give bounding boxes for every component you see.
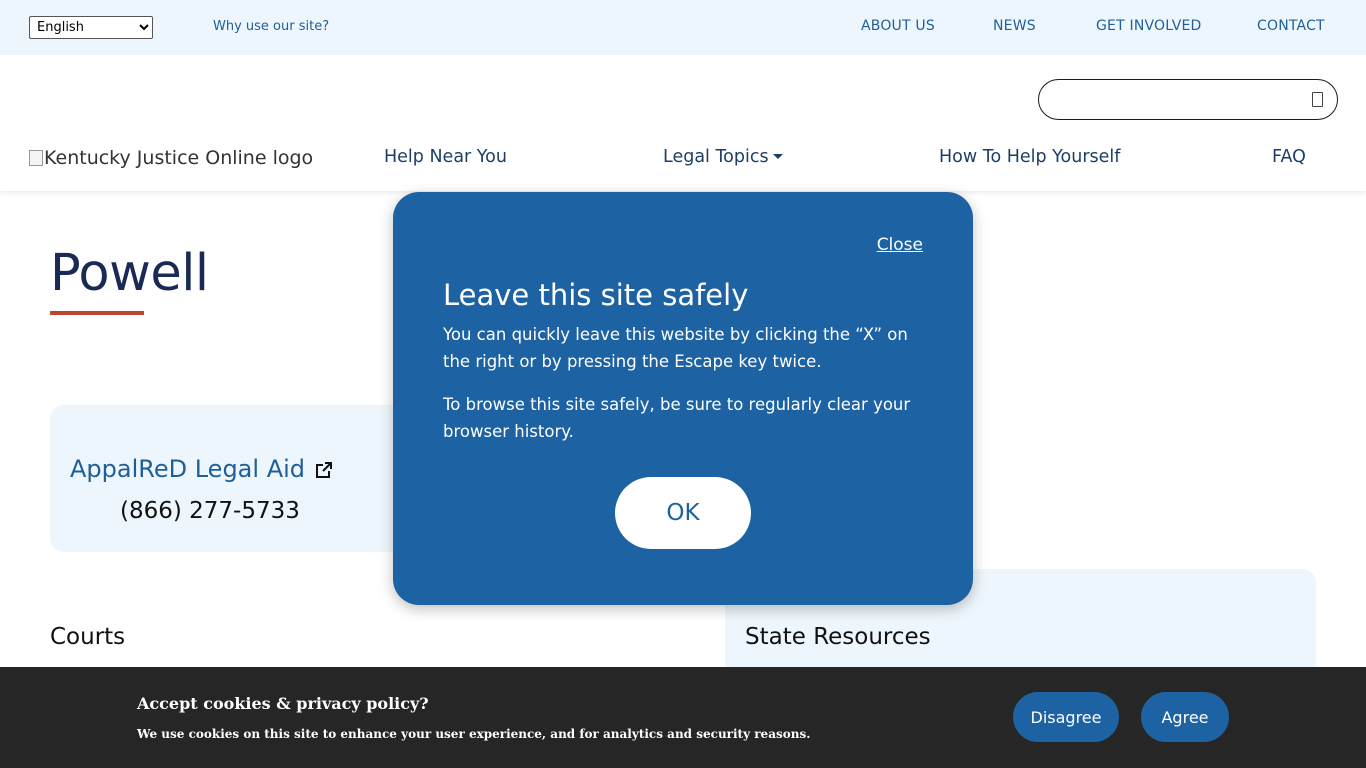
why-use-site-link[interactable]: Why use our site? [213,19,329,34]
modal-ok-button[interactable]: OK [615,477,751,549]
search-icon[interactable] [1312,92,1323,107]
nav-help-near-you[interactable]: Help Near You [384,147,507,167]
modal-close-button[interactable]: Close [877,235,923,255]
nav-faq[interactable]: FAQ [1272,147,1306,167]
leave-safely-modal: Close Leave this site safely You can qui… [393,192,973,605]
language-select[interactable]: English [29,16,153,39]
cookie-text: We use cookies on this site to enhance y… [137,727,811,741]
cookie-disagree-button[interactable]: Disagree [1013,692,1119,742]
external-link-icon [316,462,333,478]
cookie-title: Accept cookies & privacy policy? [137,694,429,713]
title-underline [50,311,144,315]
topnav-news[interactable]: NEWS [993,18,1036,34]
cookie-banner: Accept cookies & privacy policy? We use … [0,667,1366,768]
nav-how-to-help-yourself[interactable]: How To Help Yourself [939,147,1120,167]
page-title: Powell [50,244,209,303]
caret-down-icon [772,154,783,159]
topnav-contact[interactable]: CONTACT [1257,18,1325,34]
site-logo[interactable]: Kentucky Justice Online logo [29,147,313,169]
logo-alt-text: Kentucky Justice Online logo [44,147,314,169]
state-resources-heading: State Resources [745,624,931,650]
modal-paragraph-1: You can quickly leave this website by cl… [443,325,908,371]
modal-paragraph-2: To browse this site safely, be sure to r… [443,395,911,441]
topnav-about-us[interactable]: ABOUT US [861,18,935,34]
site-header: Kentucky Justice Online logo Help Near Y… [0,55,1366,191]
search-input[interactable] [1038,79,1338,120]
courts-heading: Courts [50,624,126,650]
top-utility-bar: English Why use our site? ABOUT US NEWS … [0,0,1366,55]
org-phone: (866) 277-5733 [120,498,300,524]
org-name: AppalReD Legal Aid [70,455,306,483]
modal-title: Leave this site safely [443,278,749,312]
topnav-get-involved[interactable]: GET INVOLVED [1096,18,1202,34]
cookie-agree-button[interactable]: Agree [1141,692,1229,742]
nav-legal-topics[interactable]: Legal Topics [663,147,783,167]
broken-image-icon [29,150,43,166]
org-link[interactable]: AppalReD Legal Aid [70,455,333,483]
nav-legal-topics-label: Legal Topics [663,147,769,167]
